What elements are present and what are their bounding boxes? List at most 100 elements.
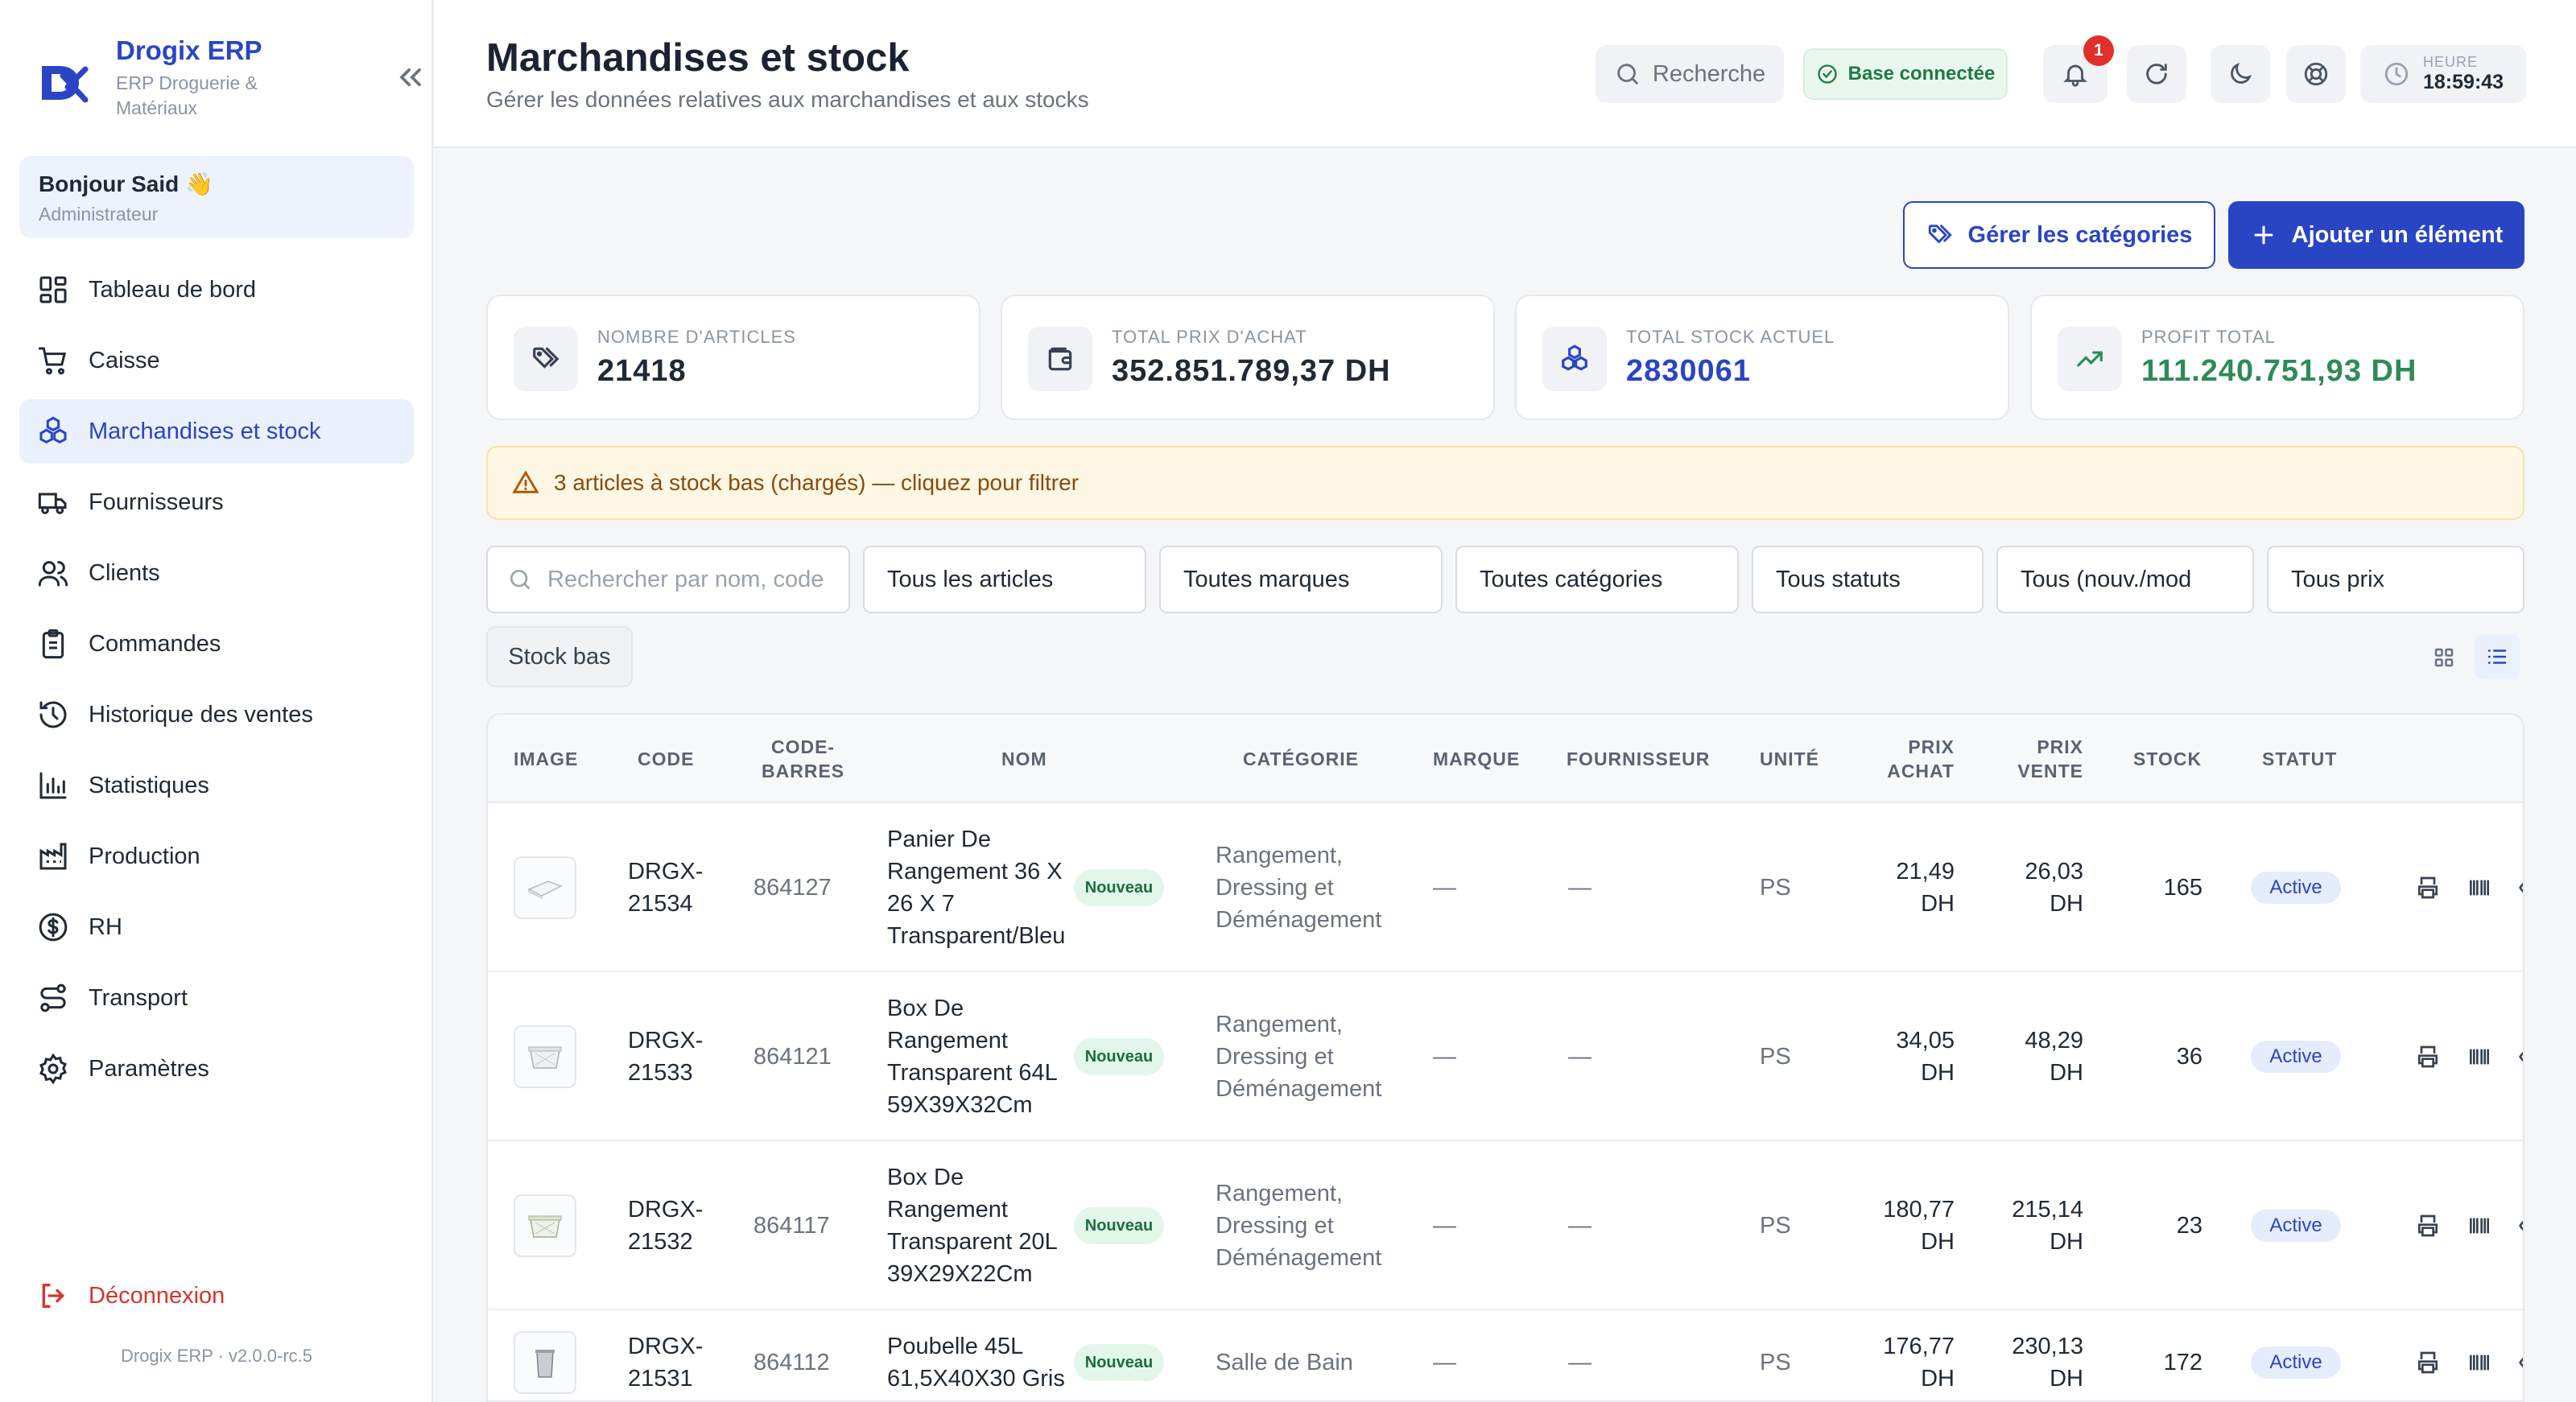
sidebar-item-label: RH — [89, 913, 122, 940]
tags-icon — [1928, 225, 1952, 244]
product-name: Poubelle 45L 61,5X40X30 Gris — [887, 1334, 1065, 1392]
barcode-icon[interactable] — [2467, 1213, 2492, 1239]
clock-icon — [2384, 62, 2409, 86]
sidebar-item-rh[interactable]: RH — [19, 895, 414, 959]
products-table: Image Code Code-barres Nom Catégorie Mar… — [486, 713, 2524, 1402]
sidebar-item-fournisseurs[interactable]: Fournisseurs — [19, 470, 414, 534]
sidebar-item-production[interactable]: Production — [19, 824, 414, 889]
dark-mode-toggle[interactable] — [2211, 45, 2270, 103]
print-icon[interactable] — [2415, 1044, 2441, 1070]
refresh-button[interactable] — [2127, 45, 2186, 103]
col-header-buy-price[interactable]: Prix achat — [1866, 715, 1955, 803]
newness-filter-select[interactable]: Tous (nouv./mod — [1996, 546, 2254, 613]
db-status-label: Base connectée — [1847, 63, 1996, 85]
low-stock-alert[interactable]: 3 articles à stock bas (chargés) — cliqu… — [486, 446, 2524, 520]
sidebar-item-commandes[interactable]: Commandes — [19, 612, 414, 676]
table-row[interactable]: DRGX-21533 864121 Box De Rangement Trans… — [488, 972, 2524, 1141]
stat-value: 2830061 — [1626, 354, 1751, 388]
sidebar-item-caisse[interactable]: Caisse — [19, 328, 414, 393]
collapse-sidebar-icon[interactable] — [393, 60, 428, 95]
refresh-icon — [2146, 64, 2167, 85]
product-barcode: 864121 — [753, 1044, 832, 1070]
brand-title: Drogix ERP — [116, 35, 262, 65]
product-unit: PS — [1760, 1350, 1791, 1375]
col-header-code: Code — [638, 748, 695, 769]
grid-view-button[interactable] — [2426, 636, 2462, 679]
table-row[interactable]: DRGX-21534 864127 Panier De Rangement 36… — [488, 803, 2524, 972]
time-label: HEURE — [2423, 54, 2479, 70]
user-role: Administrateur — [39, 204, 159, 225]
product-stock: 172 — [2163, 1350, 2202, 1375]
sidebar-item-statistiques[interactable]: Statistiques — [19, 753, 414, 818]
card-icon-box — [1028, 327, 1092, 391]
product-category: Salle de Bain — [1216, 1350, 1353, 1375]
col-header-stock[interactable]: Stock — [2133, 715, 2202, 803]
sidebar-item-label: Paramètres — [89, 1055, 209, 1082]
product-search-input[interactable]: Rechercher par nom, code — [486, 546, 850, 613]
sidebar-item-marchandises[interactable]: Marchandises et stock — [19, 399, 414, 464]
col-header-sell-price[interactable]: Prix vente — [1995, 715, 2083, 803]
col-header-supplier[interactable]: Fournisseur — [1567, 715, 1710, 803]
barcode-icon[interactable] — [2467, 875, 2492, 901]
category-filter-select[interactable]: Toutes catégories — [1455, 546, 1739, 613]
price-filter-select[interactable]: Tous prix — [2267, 546, 2524, 613]
product-buy-price: 34,05 DH — [1896, 1028, 1955, 1086]
route-icon — [40, 983, 66, 1012]
product-buy-price: 21,49 DH — [1896, 859, 1955, 917]
boxes-icon — [39, 416, 67, 444]
barcode-icon[interactable] — [2467, 1044, 2492, 1070]
sidebar-item-parametres[interactable]: Paramètres — [19, 1037, 414, 1101]
table-row[interactable]: DRGX-21532 864117 Box De Rangement Trans… — [488, 1141, 2524, 1310]
eye-icon[interactable] — [2518, 1213, 2524, 1239]
print-icon[interactable] — [2415, 1350, 2441, 1375]
col-header-barcode[interactable]: Code-barres — [762, 715, 844, 803]
brand-filter-select[interactable]: Toutes marques — [1159, 546, 1443, 613]
dollar-icon — [39, 913, 68, 942]
product-image-cell — [514, 972, 576, 1141]
global-search-button[interactable]: Recherche — [1596, 45, 1784, 103]
product-brand: — — [1433, 1044, 1456, 1070]
sidebar: Drogix ERP ERP Droguerie & Matériaux Bon… — [0, 0, 433, 1402]
product-code: DRGX-21534 — [628, 859, 704, 917]
status-filter-select[interactable]: Tous statuts — [1752, 546, 1984, 613]
product-unit: PS — [1760, 1213, 1791, 1239]
eye-icon[interactable] — [2518, 875, 2524, 901]
sidebar-item-clients[interactable]: Clients — [19, 541, 414, 605]
stat-label: Profit total — [2141, 327, 2276, 347]
low-stock-filter-button[interactable]: Stock bas — [486, 626, 633, 687]
box-image-icon — [528, 1215, 562, 1238]
logout-button[interactable]: Déconnexion — [37, 1280, 225, 1312]
sidebar-item-transport[interactable]: Transport — [19, 966, 414, 1030]
print-icon[interactable] — [2415, 1213, 2441, 1239]
manage-categories-button[interactable]: Gérer les catégories — [1903, 201, 2215, 269]
eye-icon[interactable] — [2518, 1350, 2524, 1375]
sidebar-item-dashboard[interactable]: Tableau de bord — [19, 258, 414, 322]
col-header-status[interactable]: Statut — [2262, 715, 2337, 803]
sidebar-item-label: Historique des ventes — [89, 701, 313, 728]
product-thumbnail — [514, 1194, 576, 1257]
col-header-unit[interactable]: Unité — [1760, 715, 1819, 803]
product-buy-price: 180,77 DH — [1883, 1197, 1955, 1255]
articles-filter-select[interactable]: Tous les articles — [863, 546, 1146, 613]
col-header-category[interactable]: Catégorie — [1243, 715, 1359, 803]
eye-icon[interactable] — [2518, 1044, 2524, 1070]
col-header-brand[interactable]: Marque — [1433, 715, 1520, 803]
product-stock: 36 — [2176, 1044, 2202, 1070]
product-name: Box De Rangement Transparent 20L 39X29X2… — [887, 1165, 1057, 1287]
table-header: Image Code Code-barres Nom Catégorie Mar… — [488, 715, 2523, 803]
sidebar-item-label: Fournisseurs — [89, 489, 224, 515]
list-view-button[interactable] — [2475, 634, 2520, 679]
col-header-name[interactable]: Nom — [1001, 715, 1047, 803]
table-row[interactable]: DRGX-21531 864112 Poubelle 45L 61,5X40X3… — [488, 1310, 2524, 1400]
print-icon[interactable] — [2415, 875, 2441, 901]
moon-icon — [2231, 62, 2252, 84]
add-item-button[interactable]: Ajouter un élément — [2228, 201, 2524, 269]
status-badge: Active — [2251, 872, 2341, 904]
help-button[interactable] — [2286, 45, 2346, 103]
sidebar-nav: Tableau de bord Caisse Marchandises et s… — [19, 258, 414, 1107]
barcode-icon[interactable] — [2467, 1350, 2492, 1375]
sidebar-item-historique[interactable]: Historique des ventes — [19, 682, 414, 747]
sidebar-item-label: Marchandises et stock — [89, 418, 321, 444]
new-badge: Nouveau — [1074, 1344, 1164, 1381]
product-category: Rangement, Dressing et Déménagement — [1216, 843, 1382, 933]
